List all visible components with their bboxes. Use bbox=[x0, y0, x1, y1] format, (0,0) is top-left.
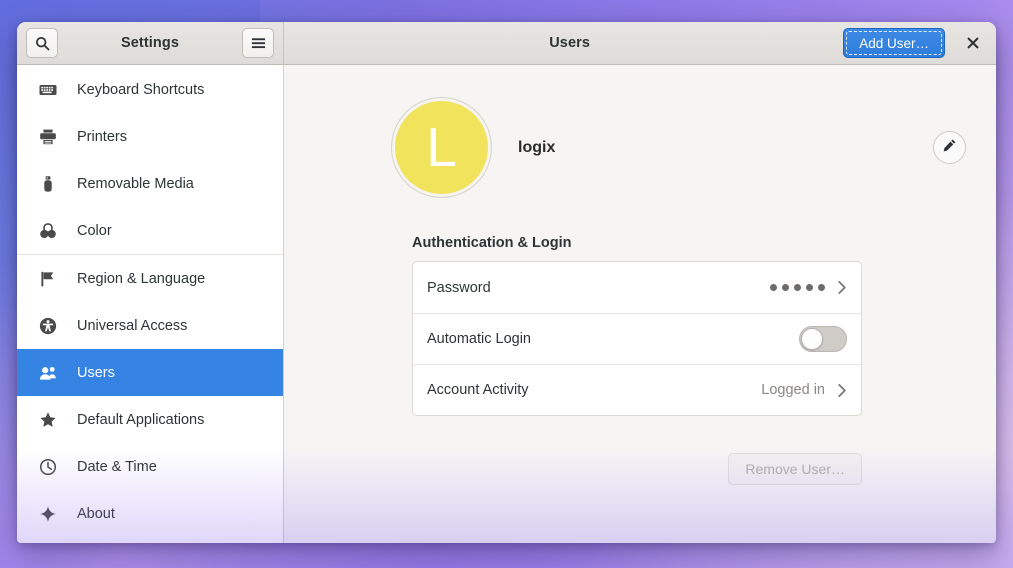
account-activity-value: Logged in bbox=[761, 382, 825, 398]
row-label: Automatic Login bbox=[427, 331, 531, 347]
main-menu-button[interactable] bbox=[242, 28, 274, 58]
sidebar-item-label: Users bbox=[77, 364, 115, 381]
add-user-button[interactable]: Add User… bbox=[843, 28, 945, 58]
sidebar-item-label: Universal Access bbox=[77, 317, 188, 334]
sidebar-item-users[interactable]: Users bbox=[17, 349, 283, 396]
remove-user-area: Remove User… bbox=[412, 453, 862, 485]
avatar[interactable]: L bbox=[391, 97, 492, 198]
clock-icon bbox=[39, 458, 57, 476]
sidebar-item-printers[interactable]: Printers bbox=[17, 113, 283, 160]
accessibility-icon bbox=[39, 317, 57, 335]
row-password[interactable]: Password bbox=[413, 262, 861, 313]
search-button[interactable] bbox=[26, 28, 58, 58]
row-value-area: Logged in bbox=[761, 382, 847, 398]
row-automatic-login[interactable]: Automatic Login bbox=[413, 313, 861, 364]
content-headerbar: Users Add User… bbox=[284, 22, 996, 64]
row-account-activity[interactable]: Account Activity Logged in bbox=[413, 364, 861, 415]
sidebar-item-date-time[interactable]: Date & Time bbox=[17, 443, 283, 490]
automatic-login-toggle[interactable] bbox=[799, 326, 847, 352]
row-value-area bbox=[799, 326, 847, 352]
sidebar-title: Settings bbox=[121, 35, 179, 51]
sidebar-item-label: About bbox=[77, 505, 115, 522]
settings-window: Settings Users Add User… Keyboard Shortc… bbox=[17, 22, 996, 543]
settings-sidebar: Keyboard Shortcuts Printers Removable Me… bbox=[17, 65, 284, 543]
chevron-right-icon bbox=[837, 383, 847, 398]
sidebar-item-default-applications[interactable]: Default Applications bbox=[17, 396, 283, 443]
sidebar-item-keyboard-shortcuts[interactable]: Keyboard Shortcuts bbox=[17, 66, 283, 113]
page-title: Users bbox=[549, 35, 591, 51]
desktop-background: Settings Users Add User… Keyboard Shortc… bbox=[0, 0, 1013, 568]
window-body: Keyboard Shortcuts Printers Removable Me… bbox=[17, 65, 996, 543]
window-headerbar: Settings Users Add User… bbox=[17, 22, 996, 65]
sidebar-item-label: Date & Time bbox=[77, 458, 157, 475]
remove-user-button[interactable]: Remove User… bbox=[728, 453, 862, 485]
sidebar-headerbar: Settings bbox=[17, 22, 284, 64]
sidebar-item-removable-media[interactable]: Removable Media bbox=[17, 160, 283, 207]
color-circles-icon bbox=[39, 222, 57, 240]
star-icon bbox=[39, 411, 57, 429]
users-panel: L logix Authentication & Login Password … bbox=[284, 65, 996, 543]
sidebar-item-universal-access[interactable]: Universal Access bbox=[17, 302, 283, 349]
sidebar-item-about[interactable]: About bbox=[17, 490, 283, 537]
sparkle-icon bbox=[39, 505, 57, 523]
sidebar-item-label: Default Applications bbox=[77, 411, 205, 428]
user-name: logix bbox=[518, 138, 556, 156]
sidebar-item-region-language[interactable]: Region & Language bbox=[17, 255, 283, 302]
row-value-area bbox=[770, 280, 847, 295]
printer-icon bbox=[39, 128, 57, 146]
users-icon bbox=[39, 364, 57, 382]
close-window-button[interactable] bbox=[957, 27, 989, 59]
sidebar-item-label: Color bbox=[77, 222, 112, 239]
sidebar-item-label: Region & Language bbox=[77, 270, 206, 287]
sidebar-item-label: Keyboard Shortcuts bbox=[77, 81, 205, 98]
keyboard-icon bbox=[39, 81, 57, 99]
password-dots bbox=[770, 284, 825, 291]
edit-user-button[interactable] bbox=[933, 131, 966, 164]
section-title: Authentication & Login bbox=[412, 235, 572, 251]
sidebar-item-color[interactable]: Color bbox=[17, 207, 283, 254]
authentication-card: Password Automatic Login Account Activit… bbox=[412, 261, 862, 416]
row-label: Password bbox=[427, 279, 491, 296]
sidebar-item-label: Removable Media bbox=[77, 175, 194, 192]
user-summary: L logix bbox=[391, 65, 966, 198]
search-icon bbox=[35, 36, 50, 51]
toggle-knob bbox=[801, 328, 823, 350]
sidebar-item-label: Printers bbox=[77, 128, 127, 145]
usb-drive-icon bbox=[39, 175, 57, 193]
row-label: Account Activity bbox=[427, 382, 529, 398]
chevron-right-icon bbox=[837, 280, 847, 295]
flag-icon bbox=[39, 270, 57, 288]
close-icon bbox=[967, 37, 979, 49]
pencil-icon bbox=[942, 138, 957, 158]
hamburger-menu-icon bbox=[251, 37, 266, 49]
